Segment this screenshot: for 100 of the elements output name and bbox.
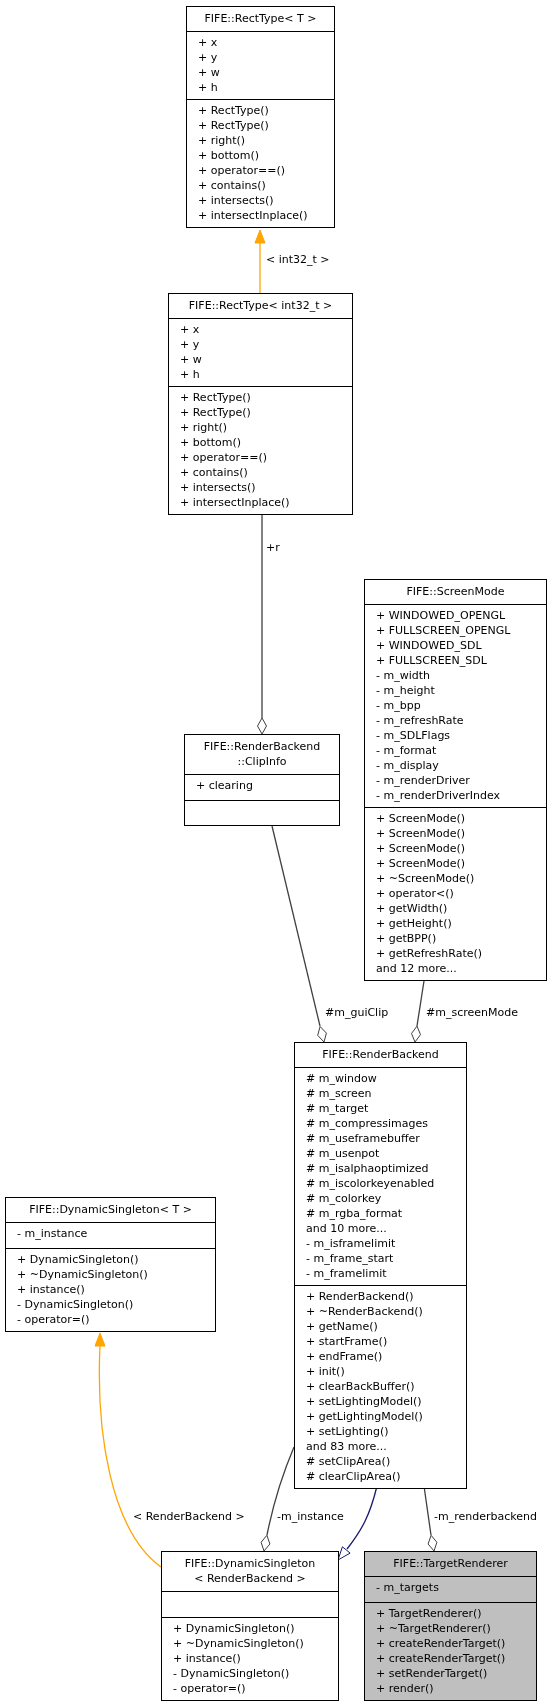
attribute-text: # m_isalphaoptimized — [306, 1161, 429, 1176]
method-text: + setLighting() — [306, 1424, 389, 1439]
relation-label: +r — [266, 540, 280, 555]
method-text: + ~DynamicSingleton() — [173, 1636, 304, 1651]
class-title: < RenderBackend > — [194, 1571, 306, 1586]
relation-label: < RenderBackend > — [133, 1509, 245, 1524]
attribute-text: # m_target — [306, 1101, 369, 1116]
class-title: FIFE::RenderBackend — [203, 739, 321, 754]
method-text: # setClipArea() — [306, 1454, 391, 1469]
attribute-text: - m_targets — [376, 1580, 439, 1595]
template-arrow — [254, 229, 266, 294]
method-text: + getHeight() — [376, 916, 452, 931]
attribute-text: - m_SDLFlags — [376, 728, 451, 743]
method-text: + contains() — [180, 465, 248, 480]
method-text: + RectType() — [198, 103, 269, 118]
attribute-text: + clearing — [196, 778, 253, 793]
attribute-text: - m_bpp — [376, 698, 421, 713]
method-text: + getLightingModel() — [306, 1409, 423, 1424]
method-text: + render() — [376, 1681, 434, 1696]
method-text: + setLightingModel() — [306, 1394, 422, 1409]
method-text: + ScreenMode() — [376, 856, 466, 871]
attribute-text: - m_display — [376, 758, 439, 773]
attribute-text: # m_colorkey — [306, 1191, 382, 1206]
attribute-text: - m_height — [376, 683, 435, 698]
attribute-text: + h — [180, 367, 200, 382]
attribute-text: # m_rgba_format — [306, 1206, 403, 1221]
method-text: + intersectInplace() — [180, 495, 290, 510]
attribute-text: - m_renderDriverIndex — [376, 788, 501, 803]
method-text: + ScreenMode() — [376, 826, 466, 841]
attribute-text: - m_refreshRate — [376, 713, 464, 728]
method-text: + RenderBackend() — [306, 1289, 414, 1304]
attribute-text: - m_instance — [17, 1226, 88, 1241]
attribute-text: + FULLSCREEN_OPENGL — [376, 623, 511, 638]
method-text: + RectType() — [180, 405, 251, 420]
attribute-text: + x — [198, 35, 218, 50]
method-text: + bottom() — [198, 148, 260, 163]
method-text: + clearBackBuffer() — [306, 1379, 415, 1394]
method-text: + getWidth() — [376, 901, 448, 916]
method-text: + ~TargetRenderer() — [376, 1621, 491, 1636]
method-text: + endFrame() — [306, 1349, 383, 1364]
class-title: FIFE::RectType< T > — [204, 11, 317, 26]
method-text: + instance() — [173, 1651, 241, 1666]
class-title: FIFE::RenderBackend — [322, 1047, 439, 1062]
attribute-text: + w — [180, 352, 202, 367]
method-text: + RectType() — [180, 390, 251, 405]
method-text: + right() — [198, 133, 246, 148]
attribute-text: and 10 more... — [306, 1221, 387, 1236]
attribute-text: + WINDOWED_SDL — [376, 638, 482, 653]
class-title: FIFE::TargetRenderer — [393, 1556, 508, 1571]
attribute-text: - m_renderDriver — [376, 773, 470, 788]
attribute-text: # m_useframebuffer — [306, 1131, 420, 1146]
attribute-text: # m_window — [306, 1071, 377, 1086]
method-text: + createRenderTarget() — [376, 1636, 506, 1651]
method-text: + DynamicSingleton() — [17, 1252, 139, 1267]
attribute-text: # m_iscolorkeyenabled — [306, 1176, 435, 1191]
method-text: - operator=() — [17, 1312, 90, 1327]
method-text: + ~RenderBackend() — [306, 1304, 423, 1319]
attribute-text: + x — [180, 322, 200, 337]
method-text: + DynamicSingleton() — [173, 1621, 295, 1636]
method-text: + contains() — [198, 178, 266, 193]
attribute-text: + y — [198, 50, 218, 65]
method-text: + getBPP() — [376, 931, 437, 946]
class-title: FIFE::DynamicSingleton< T > — [29, 1202, 192, 1217]
method-text: + ~DynamicSingleton() — [17, 1267, 148, 1282]
method-text: + ScreenMode() — [376, 841, 466, 856]
method-text: and 12 more... — [376, 961, 457, 976]
method-text: + intersects() — [198, 193, 274, 208]
class-title: FIFE::ScreenMode — [406, 584, 505, 599]
method-text: + operator==() — [198, 163, 286, 178]
method-text: + bottom() — [180, 435, 242, 450]
attribute-text: - m_width — [376, 668, 430, 683]
class-title: FIFE::DynamicSingleton — [184, 1556, 316, 1571]
method-text: + instance() — [17, 1282, 85, 1297]
method-text: + ~ScreenMode() — [376, 871, 475, 886]
relation-label: #m_guiClip — [325, 1005, 389, 1020]
attribute-text: # m_usenpot — [306, 1146, 380, 1161]
attribute-text: # m_compressimages — [306, 1116, 428, 1131]
method-text: # clearClipArea() — [306, 1469, 401, 1484]
class-title: FIFE::RectType< int32_t > — [188, 298, 333, 313]
attribute-text: + y — [180, 337, 200, 352]
relation-label: #m_screenMode — [426, 1005, 518, 1020]
attribute-text: - m_framelimit — [306, 1266, 387, 1281]
method-text: + right() — [180, 420, 228, 435]
attribute-text: - m_frame_start — [306, 1251, 394, 1266]
method-text: + operator==() — [180, 450, 268, 465]
attribute-text: + FULLSCREEN_SDL — [376, 653, 487, 668]
attribute-text: + w — [198, 65, 220, 80]
relation-label: < int32_t > — [266, 252, 330, 267]
method-text: + operator<() — [376, 886, 454, 901]
attribute-text: - m_isframelimit — [306, 1236, 396, 1251]
method-text: - operator=() — [173, 1681, 246, 1696]
method-text: + intersectInplace() — [198, 208, 308, 223]
method-text: + setRenderTarget() — [376, 1666, 488, 1681]
attribute-text: - m_format — [376, 743, 437, 758]
method-text: + TargetRenderer() — [376, 1606, 482, 1621]
method-text: + ScreenMode() — [376, 811, 466, 826]
method-text: and 83 more... — [306, 1439, 387, 1454]
method-text: + getName() — [306, 1319, 378, 1334]
method-text: + getRefreshRate() — [376, 946, 483, 961]
attribute-text: + WINDOWED_OPENGL — [376, 608, 506, 623]
